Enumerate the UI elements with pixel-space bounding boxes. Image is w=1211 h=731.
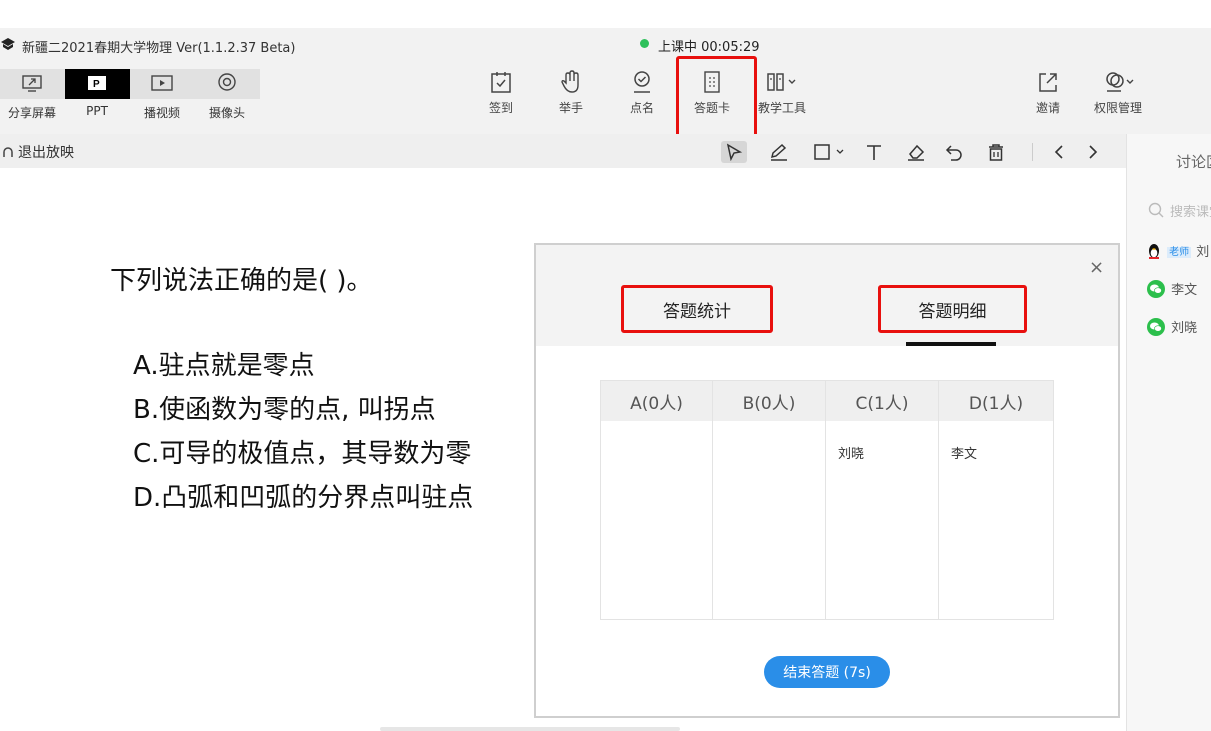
column-header-b: B(0人) [713,381,826,421]
discussion-tab[interactable]: 讨论区 [1176,151,1211,172]
raise-hand-label: 举手 [558,101,583,115]
toolbar-divider [1032,143,1033,161]
answer-student-name: 刘晓 [838,447,865,462]
check-in-icon [491,72,511,93]
chevron-left-icon [1054,145,1063,159]
pen-tool-button[interactable] [766,141,792,163]
member-item-teacher[interactable]: 老师 刘 [1146,240,1211,260]
mode-label-camera: 摄像头 [208,106,245,120]
svg-text:P: P [93,79,100,90]
check-in-label: 签到 [488,101,513,115]
eraser-icon [908,144,925,161]
teaching-tools-icon [767,73,796,91]
ppt-icon: P [88,76,106,90]
search-icon [1148,202,1164,218]
app-logo-icon [1,38,15,50]
slide-option-d: D.凸弧和凹弧的分界点叫驻点 [133,483,474,513]
member-item[interactable]: 李文 [1146,278,1211,298]
qq-penguin-icon [1149,243,1159,259]
close-icon[interactable]: × [1089,257,1104,278]
shape-tool-button[interactable] [810,141,850,163]
end-answering-button[interactable]: 结束答题 (7s) [764,656,890,688]
cursor-icon [726,143,743,161]
active-tab-indicator [906,342,996,346]
slide-option-a: A.驻点就是零点 [133,351,315,381]
column-header-a: A(0人) [601,381,713,421]
answer-card-highlight [676,56,757,142]
wechat-icon [1147,317,1165,336]
teaching-tools-label: 教学工具 [757,101,806,115]
live-status-dot [640,39,649,48]
eraser-tool-button[interactable] [903,141,929,163]
class-timer: 上课中 00:05:29 [658,40,760,55]
discussion-panel [1126,134,1211,731]
chevron-right-icon [1089,145,1098,159]
roll-call-icon [634,71,650,93]
slide-option-c: C.可导的极值点，其导数为零 [133,439,472,469]
column-header-d: D(1人) [939,381,1053,421]
tab-answer-details[interactable]: 答题明细 [878,285,1027,333]
clear-button[interactable] [983,141,1009,163]
text-tool-button[interactable] [861,141,887,163]
prev-slide-button[interactable] [1046,141,1072,163]
next-slide-button[interactable] [1080,141,1106,163]
undo-button[interactable] [941,141,967,163]
text-icon [867,145,881,160]
column-header-c: C(1人) [826,381,939,421]
wechat-icon [1147,279,1165,298]
slide-option-b: B.使函数为零的点, 叫拐点 [133,395,436,425]
member-name: 刘 [1196,245,1210,260]
select-tool-button[interactable] [721,141,747,163]
teacher-badge: 老师 [1167,247,1192,258]
roll-call-label: 点名 [629,101,654,115]
camera-icon [218,73,236,91]
exit-presentation-button[interactable]: 退出放映 [18,142,74,162]
mode-label-video: 播视频 [143,106,180,120]
permission-icon [1106,72,1134,92]
raise-hand-icon [561,70,579,93]
permission-label: 权限管理 [1093,101,1142,115]
member-item[interactable]: 刘晓 [1146,316,1211,336]
app-title: 新疆二2021春期大学物理 Ver(1.1.2.37 Beta) [22,41,296,56]
member-name: 刘晓 [1171,321,1198,336]
teaching-tools-button[interactable]: 教学工具 [752,70,812,116]
slide-scrollbar[interactable] [380,727,680,731]
slide-question: 下列说法正确的是( )。 [110,266,373,296]
rectangle-icon [814,144,844,160]
exit-presentation-icon [3,147,13,157]
mode-label-ppt: PPT [86,104,108,118]
roll-call-button[interactable]: 点名 [612,70,672,116]
invite-label: 邀请 [1035,101,1060,115]
mode-label-share: 分享屏幕 [7,106,56,120]
invite-button[interactable]: 邀请 [1018,70,1078,116]
member-name: 李文 [1171,283,1198,298]
share-screen-icon [22,75,42,92]
answer-student-name: 李文 [951,447,978,462]
trash-icon [989,144,1003,161]
play-video-icon [151,75,173,91]
pen-icon [770,143,787,161]
member-search-input[interactable]: 搜索课堂成员 [1170,201,1211,220]
undo-icon [945,145,962,161]
tab-answer-statistics[interactable]: 答题统计 [621,285,773,333]
check-in-button[interactable]: 签到 [471,70,531,116]
permission-button[interactable]: 权限管理 [1088,70,1148,116]
invite-icon [1039,73,1057,92]
raise-hand-button[interactable]: 举手 [541,70,601,116]
